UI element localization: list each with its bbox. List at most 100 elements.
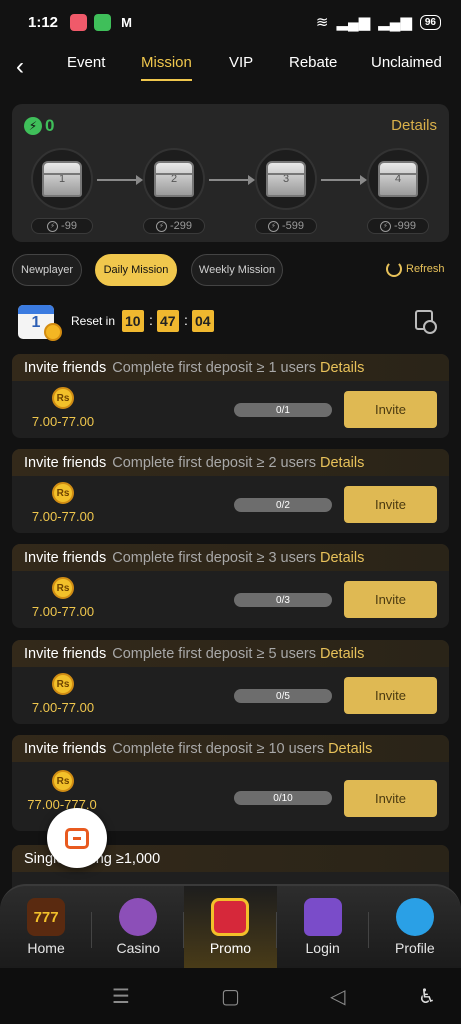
chest-number: 2 bbox=[170, 173, 178, 185]
wifi-icon: ≋ bbox=[315, 14, 329, 31]
mission-title: Invite friends bbox=[24, 549, 107, 566]
tab-unclaimed[interactable]: Unclaimed bbox=[371, 54, 442, 71]
nav-login[interactable]: Login bbox=[277, 886, 369, 970]
mission-reward: 7.00-77.00 bbox=[31, 509, 95, 524]
tab-rebate[interactable]: Rebate bbox=[289, 54, 337, 71]
chest-4[interactable]: 4 bbox=[367, 148, 429, 210]
arrow-icon bbox=[321, 175, 367, 185]
mission-progress-bar: 0/3 bbox=[234, 593, 332, 607]
mission-condition: Complete first deposit ≥ 2 users bbox=[112, 454, 317, 471]
subtab-weekly-mission[interactable]: Weekly Mission bbox=[191, 254, 283, 286]
history-icon[interactable] bbox=[415, 310, 437, 334]
subtab-daily-mission[interactable]: Daily Mission bbox=[95, 254, 177, 286]
nav-label: Casino bbox=[116, 940, 161, 956]
invite-button[interactable]: Invite bbox=[344, 486, 437, 523]
reset-minutes: 47 bbox=[157, 310, 179, 332]
nav-label: Home bbox=[27, 940, 65, 956]
lightning-icon: ⚡ bbox=[379, 220, 391, 232]
mission-header: Invite friends Complete first deposit ≥ … bbox=[12, 735, 449, 762]
mission-title: Invite friends bbox=[24, 740, 107, 757]
mission-header: Invite friends Complete first deposit ≥ … bbox=[12, 544, 449, 571]
rupee-coin-icon: Rs bbox=[52, 387, 74, 409]
mission-progress-bar: 0/1 bbox=[234, 403, 332, 417]
invite-button[interactable]: Invite bbox=[344, 677, 437, 714]
tab-vip[interactable]: VIP bbox=[229, 54, 253, 71]
reset-hours: 10 bbox=[122, 310, 144, 332]
mission-progress-bar: 0/5 bbox=[234, 689, 332, 703]
mission-progress-bar: 0/2 bbox=[234, 498, 332, 512]
back-triangle-icon[interactable]: ◁ bbox=[330, 984, 345, 1009]
gmail-icon: M bbox=[121, 14, 132, 30]
chest-cost-value: -99 bbox=[61, 220, 77, 232]
gift-box-icon bbox=[211, 898, 250, 936]
coin-icon bbox=[44, 323, 62, 341]
nav-promo[interactable]: Promo bbox=[184, 886, 277, 970]
nav-label: Promo bbox=[209, 940, 252, 956]
mission-details-link[interactable]: Details bbox=[320, 360, 364, 376]
mission-reward: 7.00-77.00 bbox=[31, 604, 95, 619]
chat-icon bbox=[65, 827, 89, 849]
treasure-chest-icon: 3 bbox=[266, 161, 306, 197]
recent-apps-icon[interactable]: ☰ bbox=[112, 984, 130, 1009]
invite-button[interactable]: Invite bbox=[344, 780, 437, 817]
mission-card: Invite friends Complete first deposit ≥ … bbox=[12, 354, 449, 438]
chest-cost: ⚡ -299 bbox=[143, 218, 205, 234]
rupee-coin-icon: Rs bbox=[52, 673, 74, 695]
mission-card: Invite friends Complete first deposit ≥ … bbox=[12, 449, 449, 533]
mission-header: Invite friends Complete first deposit ≥ … bbox=[12, 640, 449, 667]
chest-number: 4 bbox=[394, 173, 402, 185]
time-colon: : bbox=[149, 312, 153, 328]
calendar-icon: 1 bbox=[18, 299, 62, 341]
back-icon[interactable]: ‹ bbox=[0, 44, 40, 90]
chest-3[interactable]: 3 bbox=[255, 148, 317, 210]
energy-details-link[interactable]: Details bbox=[391, 117, 437, 134]
profile-avatar-icon bbox=[395, 898, 434, 936]
mission-details-link[interactable]: Details bbox=[320, 455, 364, 471]
treasure-chest-icon: 1 bbox=[42, 161, 82, 197]
refresh-icon bbox=[386, 261, 402, 277]
accessibility-icon[interactable]: ♿ bbox=[418, 984, 436, 1009]
mission-details-link[interactable]: Details bbox=[328, 741, 372, 757]
nav-profile[interactable]: Profile bbox=[369, 886, 461, 970]
chest-progress-card: ⚡ 0 Details 1 2 3 4 ⚡ -99 ⚡ -299 ⚡ -599 ⚡ -9… bbox=[12, 104, 449, 242]
chest-cost-value: -299 bbox=[169, 220, 193, 232]
mission-details-link[interactable]: Details bbox=[320, 550, 364, 566]
mission-condition: Complete first deposit ≥ 1 users bbox=[112, 359, 317, 376]
nav-label: Login bbox=[305, 940, 340, 956]
signal-icon: ▂▄▆ bbox=[378, 14, 412, 31]
tab-mission[interactable]: Mission bbox=[141, 54, 192, 81]
mission-title: Invite friends bbox=[24, 359, 107, 376]
nav-home[interactable]: 777 Home bbox=[0, 886, 93, 970]
mission-condition: Complete first deposit ≥ 3 users bbox=[112, 549, 317, 566]
tab-event[interactable]: Event bbox=[67, 54, 105, 71]
mission-title: Invite friends bbox=[24, 645, 107, 662]
notification-app-icon bbox=[70, 13, 88, 31]
chest-1[interactable]: 1 bbox=[31, 148, 93, 210]
chest-cost-value: -999 bbox=[393, 220, 417, 232]
signal-icon: ▂▄▆ bbox=[336, 14, 371, 31]
nav-casino[interactable]: Casino bbox=[92, 886, 185, 970]
chest-2[interactable]: 2 bbox=[143, 148, 205, 210]
chat-support-button[interactable] bbox=[47, 808, 107, 868]
casino-girl-icon bbox=[119, 898, 158, 936]
mission-header: Invite friends Complete first deposit ≥ … bbox=[12, 449, 449, 476]
arrow-icon bbox=[209, 175, 255, 185]
reset-label: Reset in bbox=[71, 314, 116, 328]
mission-condition: Complete first deposit ≥ 5 users bbox=[112, 645, 317, 662]
progress-label: 0/1 bbox=[276, 404, 290, 416]
invite-button[interactable]: Invite bbox=[344, 391, 437, 428]
mission-header: Invite friends Complete first deposit ≥ … bbox=[12, 354, 449, 381]
rupee-coin-icon: Rs bbox=[52, 482, 74, 504]
progress-label: 0/3 bbox=[276, 594, 290, 606]
progress-label: 0/10 bbox=[273, 792, 293, 804]
refresh-label: Refresh bbox=[406, 263, 445, 275]
arrow-icon bbox=[97, 175, 143, 185]
invite-button[interactable]: Invite bbox=[344, 581, 437, 618]
notification-app-icon bbox=[94, 13, 112, 31]
home-icon[interactable]: ▢ bbox=[221, 984, 240, 1009]
refresh-button[interactable]: Refresh bbox=[386, 261, 445, 277]
mission-details-link[interactable]: Details bbox=[320, 646, 364, 662]
bottom-nav: 777 Home Casino Promo Login Profile bbox=[0, 884, 461, 970]
mission-condition: Complete first deposit ≥ 10 users bbox=[112, 740, 325, 757]
subtab-newplayer[interactable]: Newplayer bbox=[12, 254, 82, 286]
